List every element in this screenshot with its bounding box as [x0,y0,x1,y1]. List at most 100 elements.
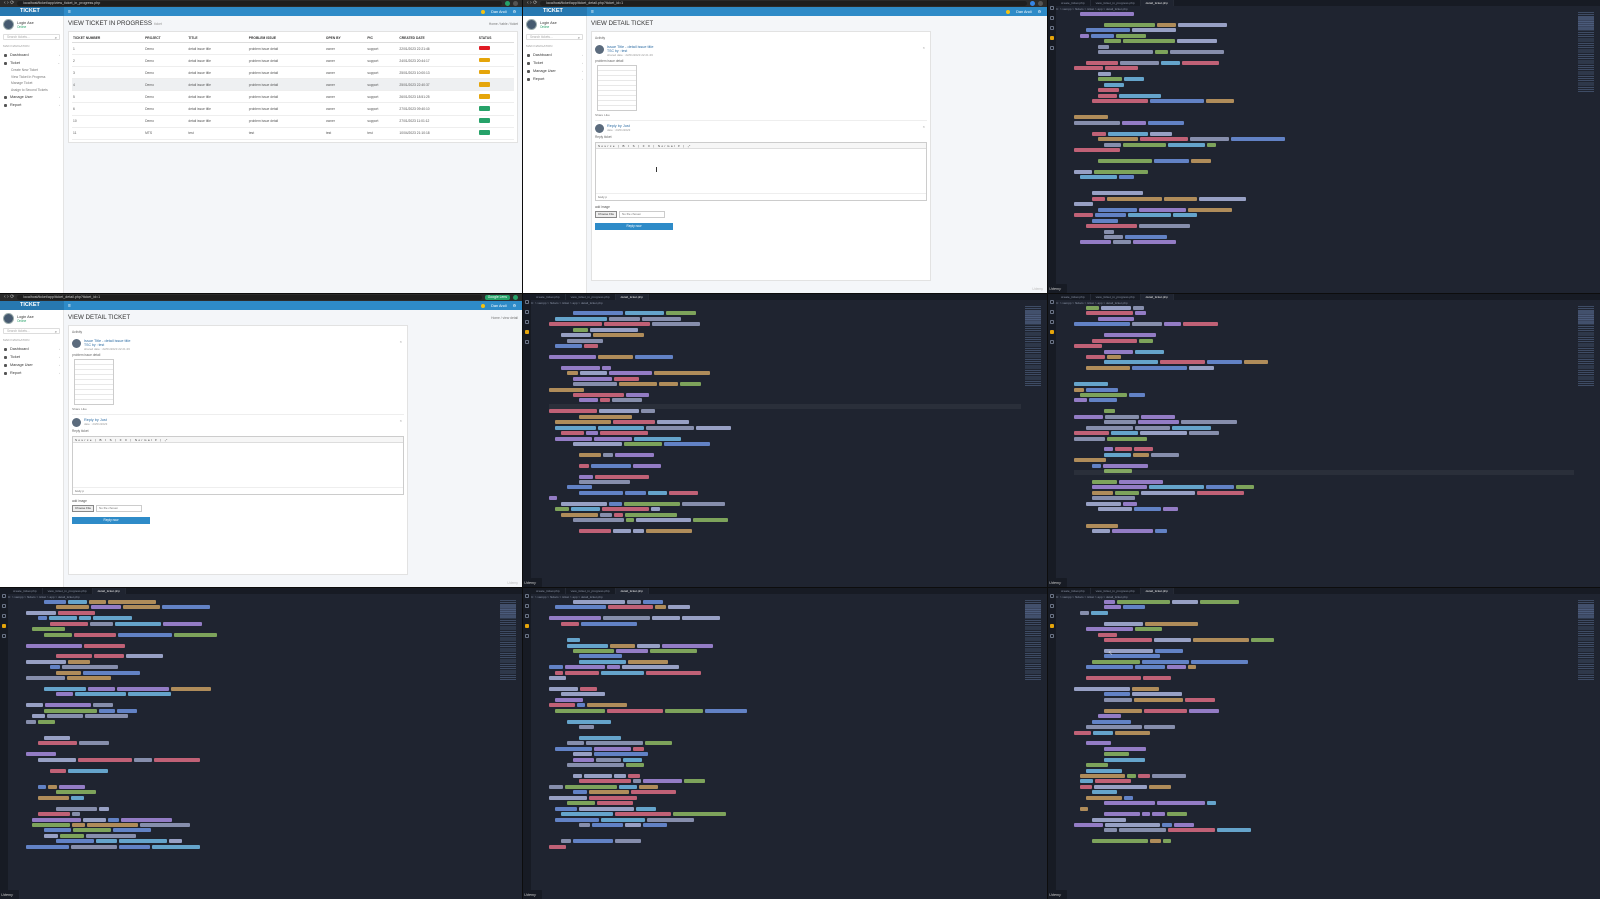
source-control-icon[interactable] [1050,26,1054,30]
menu-toggle-icon[interactable]: ≡ [587,9,1006,15]
reply-editor[interactable]: Source | B I S | ≡ ≡ | Normal ▾ | ⤢ body… [72,436,404,495]
profile-icon[interactable] [1038,1,1043,6]
editor-tab[interactable]: detail_ticket.php [92,588,126,594]
table-row[interactable]: 1 Demo detail issue title problem issue det… [72,42,514,56]
source-control-icon[interactable] [2,614,6,618]
status-badge[interactable] [478,118,490,123]
run-icon[interactable] [525,330,529,334]
menu-toggle-icon[interactable]: ≡ [64,9,481,15]
breadcrumb[interactable]: Home / table / ticket [489,22,518,26]
notification-icon[interactable] [481,303,486,308]
editor-text-area[interactable] [596,149,926,193]
choose-file-button[interactable]: Choose File [72,505,95,512]
table-row[interactable]: 6 Demo detail issue title problem issue det… [72,102,514,116]
extensions-icon[interactable] [525,340,529,344]
close-icon[interactable]: × [923,45,925,50]
reply-button[interactable]: Reply now [72,517,150,524]
column-header[interactable]: CREATED DATE [398,34,478,43]
code-area[interactable] [1074,600,1574,889]
back-icon[interactable]: ‹ › ⟳ [4,0,14,7]
run-icon[interactable] [1050,624,1054,628]
status-badge[interactable] [478,94,490,99]
status-badge[interactable] [478,82,490,87]
file-input[interactable]: Choose File No file chosen [72,505,404,512]
profile-icon[interactable] [513,1,518,6]
search-icon[interactable] [1050,604,1054,608]
sidebar-sub-manage[interactable]: Manage Ticket [3,80,60,87]
column-header[interactable]: STATUS [477,34,514,43]
brand-logo[interactable]: TICKET [0,301,64,310]
minimap[interactable] [1025,306,1041,386]
column-header[interactable]: TITLE [187,34,248,43]
editor-tab[interactable]: detail_ticket.php [1140,588,1174,594]
explorer-icon[interactable] [525,594,529,598]
activity-tab[interactable]: Activity [72,330,404,334]
close-icon[interactable]: × [923,124,925,129]
status-badge[interactable] [478,57,490,63]
code-area[interactable] [549,600,1021,889]
code-area[interactable] [1074,12,1574,283]
sidebar-item-user[interactable]: Manage User ‹ [3,361,60,369]
google-lens-badge[interactable]: Google Lens [484,295,510,300]
ticket-image[interactable] [597,65,637,111]
run-icon[interactable] [1050,36,1054,40]
sidebar-sub-assign[interactable]: Assign to Second Tickets [3,87,60,94]
sidebar-search-input[interactable]: Search tickets... ⌕ [3,34,60,40]
table-row[interactable]: 11 MTS test test test test 10/04/2023 21:10:18 [72,127,514,140]
editor-tab[interactable]: detail_ticket.php [615,294,649,300]
sidebar-item-user[interactable]: Manage User ‹ [3,93,60,101]
ticket-image[interactable] [74,359,114,405]
table-row[interactable]: 10 Demo detail issue title problem issue de… [72,115,514,128]
sidebar-item-user[interactable]: Manage User ‹ [526,67,583,75]
address-bar[interactable]: localhost/ticket/app/view_ticket_in_prog… [17,1,502,6]
reply-editor[interactable]: Source | B I S | ≡ ≡ | Normal ▾ | ⤢ body… [595,142,927,201]
sidebar-sub-in-progress[interactable]: View Ticket In Progress [3,74,60,81]
sidebar-item-report[interactable]: Report ‹ [3,369,60,377]
explorer-icon[interactable] [2,594,6,598]
back-icon[interactable]: ‹ › ⟳ [527,0,537,7]
minimap[interactable] [1578,306,1594,386]
notification-icon[interactable] [1006,9,1011,14]
sidebar-item-dashboard[interactable]: Dashboard ‹ [3,51,60,59]
close-icon[interactable]: × [400,339,402,344]
extension-icon[interactable] [513,295,518,300]
explorer-icon[interactable] [1050,6,1054,10]
sidebar-item-dashboard[interactable]: Dashboard ‹ [3,345,60,353]
settings-icon[interactable]: ⚙ [1038,9,1041,14]
sidebar-search-input[interactable]: Search tickets... ⌕ [3,328,60,334]
settings-icon[interactable]: ⚙ [513,9,516,14]
breadcrumb[interactable]: Home / view detail [491,316,518,320]
search-icon[interactable]: ⌕ [55,35,57,40]
notification-icon[interactable] [481,9,486,14]
status-badge[interactable] [478,69,490,75]
explorer-icon[interactable] [1050,300,1054,304]
editor-tab[interactable]: detail_ticket.php [615,588,649,594]
status-badge[interactable] [478,106,490,111]
run-icon[interactable] [1050,330,1054,334]
reply-button[interactable]: Reply now [595,223,673,230]
search-icon[interactable] [1050,310,1054,314]
extensions-icon[interactable] [2,634,6,638]
extensions-icon[interactable] [1050,634,1054,638]
minimap[interactable] [1025,600,1041,680]
file-input[interactable]: Choose File No file chosen [595,211,927,218]
sidebar-item-ticket[interactable]: Ticket ⌄ [3,59,60,67]
source-control-icon[interactable] [525,614,529,618]
extension-icon[interactable] [1030,1,1035,6]
source-control-icon[interactable] [1050,320,1054,324]
table-row[interactable]: 2 Demo detail issue title problem issue det… [72,54,514,68]
topbar-user[interactable]: Dan Andi [1016,10,1031,14]
close-icon[interactable]: × [400,418,402,423]
source-control-icon[interactable] [1050,614,1054,618]
code-area[interactable] [1074,306,1574,577]
sidebar-item-report[interactable]: Report ‹ [526,75,583,83]
topbar-user[interactable]: Dan Andi [491,304,506,308]
sidebar-item-report[interactable]: Report ‹ [3,101,60,109]
explorer-icon[interactable] [1050,594,1054,598]
minimap[interactable] [1578,12,1594,92]
post-actions[interactable]: Share Like [72,407,404,411]
column-header[interactable]: PIC [366,34,399,43]
sidebar-item-dashboard[interactable]: Dashboard ‹ [526,51,583,59]
address-bar[interactable]: localhost/ticket/app/ticket_detail.php?t… [540,1,1027,6]
editor-text-area[interactable] [73,443,403,487]
